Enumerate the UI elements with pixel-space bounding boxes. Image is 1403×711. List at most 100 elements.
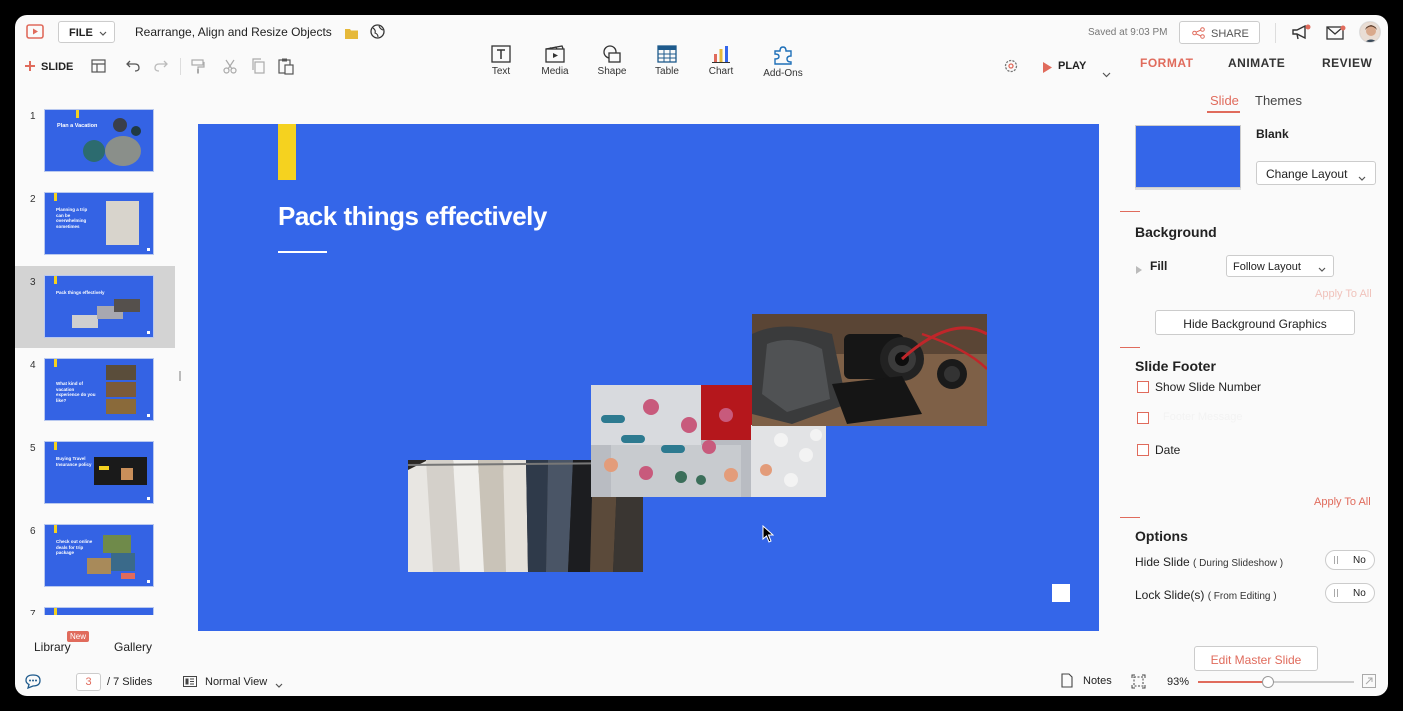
insert-chart-button[interactable]: Chart [691, 45, 751, 81]
tab-review[interactable]: REVIEW [1322, 56, 1372, 70]
slide-canvas[interactable]: Pack things effectively [198, 124, 1099, 631]
fill-select[interactable]: Follow Layout [1226, 255, 1334, 277]
thumbnail-title: Buying Travel Insurance policy [56, 456, 92, 467]
redo-icon[interactable] [154, 59, 168, 77]
gallery-button[interactable]: Gallery [114, 640, 152, 654]
change-layout-button[interactable]: Change Layout [1256, 161, 1376, 185]
share-label: SHARE [1211, 28, 1249, 40]
undo-icon[interactable] [126, 59, 140, 77]
thumbnail-image [72, 315, 98, 328]
slide-title[interactable]: Pack things effectively [278, 201, 547, 232]
title-underline[interactable] [278, 251, 327, 253]
insert-table-button[interactable]: Table [637, 45, 697, 81]
insert-media-button[interactable]: Media [525, 45, 585, 81]
insert-shape-button[interactable]: Shape [582, 45, 642, 81]
settings-gear-icon[interactable] [1003, 58, 1019, 79]
share-button[interactable]: SHARE [1179, 21, 1260, 44]
chat-icon[interactable] [25, 674, 41, 694]
hide-slide-toggle[interactable]: No [1325, 550, 1375, 570]
thumbnail-preview[interactable]: Planning a trip can be overwhelming some… [44, 192, 154, 255]
thumbnail-number: 6 [30, 526, 36, 537]
zoom-slider-handle[interactable] [1262, 676, 1275, 688]
globe-icon[interactable] [370, 24, 385, 44]
show-slide-number-checkbox[interactable] [1137, 381, 1149, 393]
hide-background-graphics-label: Hide Background Graphics [1183, 317, 1327, 331]
panel-resize-handle[interactable] [179, 371, 181, 381]
thumbnail-preview[interactable]: What kind of vacation experience do you … [44, 358, 154, 421]
saved-status: Saved at 9:03 PM [1088, 27, 1168, 38]
tab-animate[interactable]: ANIMATE [1228, 56, 1285, 70]
notes-button[interactable]: Notes [1061, 673, 1121, 689]
zoom-level: 93% [1167, 676, 1190, 688]
toggle-knob [1334, 589, 1338, 597]
footer-message-checkbox[interactable] [1137, 412, 1149, 424]
add-slide-button[interactable]: SLIDE [24, 59, 76, 77]
expand-triangle-icon[interactable] [1136, 261, 1142, 279]
app-logo-icon[interactable] [26, 24, 44, 40]
hide-slide-label: Hide Slide ( During Slideshow ) [1135, 555, 1283, 569]
accent-bar [54, 193, 57, 201]
mouse-cursor-icon [762, 524, 775, 548]
lock-slide-value: No [1353, 588, 1366, 599]
zoom-slider[interactable] [1198, 676, 1354, 688]
library-button[interactable]: Library [34, 640, 71, 654]
thumbnail-image [99, 466, 109, 470]
play-options-chevron-icon[interactable] [1102, 65, 1111, 83]
copy-icon[interactable] [251, 58, 266, 79]
thumbnail-preview[interactable]: Buying Travel Insurance policy [44, 441, 154, 504]
accent-bar [54, 276, 57, 284]
puzzle-icon [774, 46, 792, 65]
paste-icon[interactable] [278, 58, 294, 80]
mail-icon[interactable] [1326, 25, 1346, 45]
fill-label: Fill [1150, 259, 1168, 273]
file-menu-button[interactable]: FILE [58, 21, 115, 43]
tab-format[interactable]: FORMAT [1140, 56, 1193, 70]
announcement-icon[interactable] [1291, 24, 1311, 45]
thumbnail-preview[interactable]: Check out online deals for trip package [44, 524, 154, 587]
add-ons-label: Add-Ons [763, 68, 803, 79]
accent-bar [76, 110, 79, 118]
document-title[interactable]: Rearrange, Align and Resize Objects [135, 25, 332, 39]
cut-icon[interactable] [223, 59, 237, 79]
date-checkbox[interactable] [1137, 444, 1149, 456]
avatar[interactable] [1359, 21, 1381, 43]
apply-to-all-link[interactable]: Apply To All [1314, 496, 1371, 508]
camera-image[interactable] [752, 314, 987, 426]
chevron-down-icon [1318, 264, 1326, 276]
new-badge: New [67, 631, 90, 642]
current-slide-input[interactable]: 3 [76, 673, 101, 691]
hide-background-graphics-button[interactable]: Hide Background Graphics [1155, 310, 1355, 335]
subtab-slide[interactable]: Slide [1210, 93, 1239, 108]
fit-to-window-icon[interactable] [1131, 674, 1146, 694]
play-icon [1043, 60, 1052, 78]
thumbnail-image [121, 468, 133, 480]
slide-number-placeholder[interactable] [1052, 584, 1070, 602]
plus-icon [24, 60, 36, 75]
folder-icon[interactable] [345, 26, 358, 44]
insert-text-button[interactable]: Text [471, 45, 531, 81]
total-slides: / 7 Slides [107, 676, 153, 688]
thumbnail-preview[interactable]: Pack things effectively [44, 275, 154, 338]
thumbnail-image [114, 299, 140, 312]
text-box-icon [491, 45, 511, 63]
library-label: Library [34, 640, 71, 654]
edit-master-slide-label: Edit Master Slide [1210, 653, 1302, 667]
fullscreen-icon[interactable] [1362, 674, 1376, 693]
footer-message-label: Footer Message [1163, 411, 1243, 423]
layout-icon[interactable] [91, 59, 106, 78]
zoom-slider-fill [1198, 681, 1269, 683]
subtab-themes[interactable]: Themes [1255, 93, 1302, 108]
toggle-knob [1334, 556, 1338, 564]
slide-number-dot [147, 331, 150, 334]
accent-bar[interactable] [278, 124, 296, 180]
section-divider [1120, 347, 1140, 348]
thumbnail-preview[interactable]: Plan a Vacation [44, 109, 154, 172]
section-divider [1120, 211, 1140, 212]
layout-preview[interactable] [1135, 125, 1241, 188]
format-painter-icon[interactable] [191, 59, 205, 79]
add-ons-button[interactable]: Add-Ons [753, 45, 813, 81]
lock-slide-label-text: Lock Slide(s) [1135, 588, 1205, 602]
lock-slide-toggle[interactable]: No [1325, 583, 1375, 603]
play-button[interactable]: PLAY [1041, 59, 1101, 75]
thumbnail-number: 2 [30, 194, 36, 205]
